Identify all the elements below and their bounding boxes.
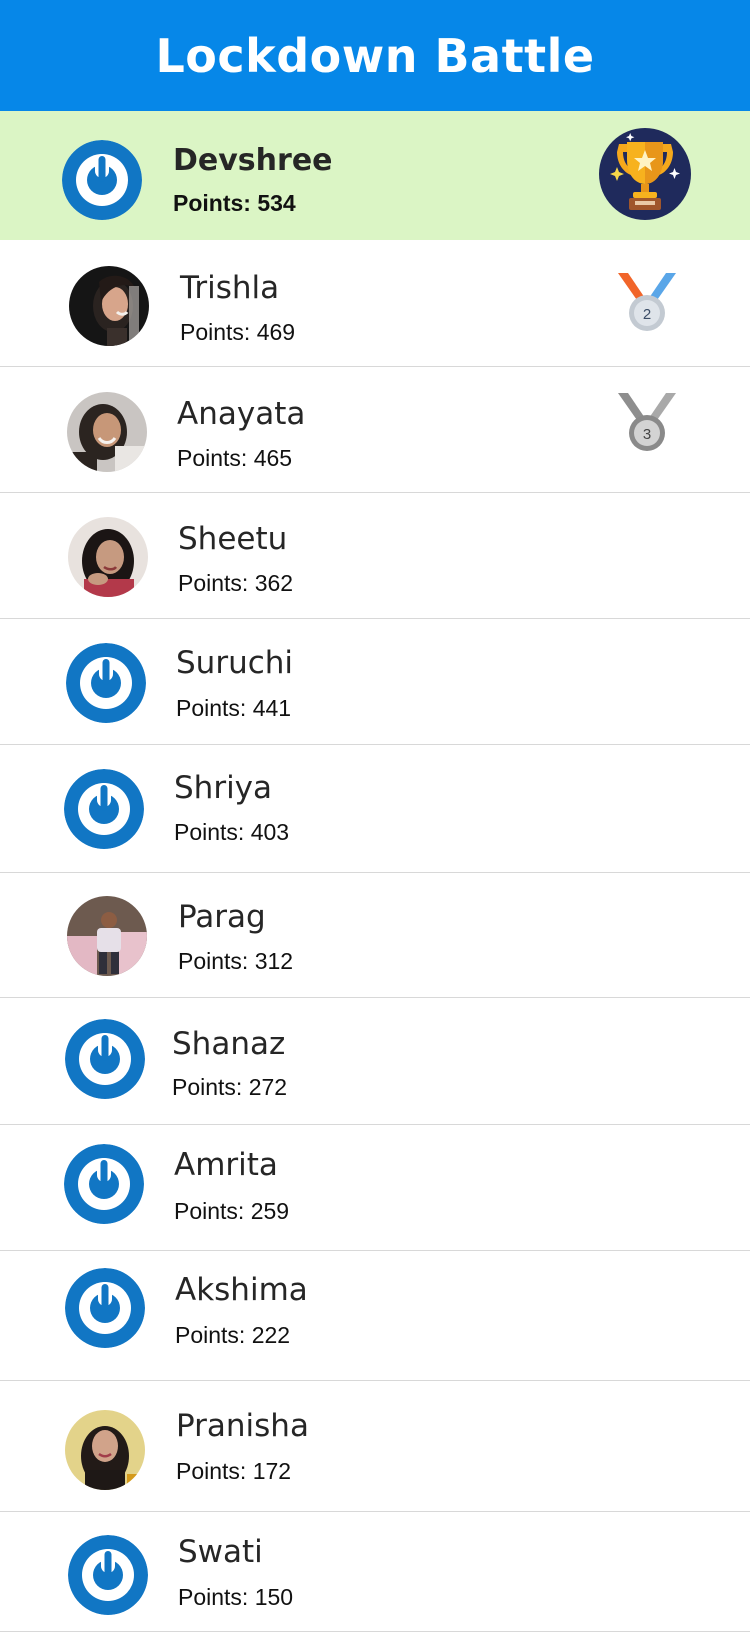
default-avatar-icon xyxy=(65,1268,145,1348)
player-name: Shriya xyxy=(174,770,273,806)
default-avatar-icon xyxy=(65,1019,145,1099)
player-points: Points: 403 xyxy=(174,819,290,845)
leaderboard-row-1[interactable]: Devshree Points: 534 xyxy=(0,111,750,240)
player-name: Sheetu xyxy=(178,521,288,557)
player-points: Points: 172 xyxy=(176,1458,292,1484)
profile-photo xyxy=(69,266,149,346)
profile-photo xyxy=(67,392,147,472)
profile-photo xyxy=(67,896,147,976)
leaderboard-row-4[interactable]: Sheetu Points: 362 xyxy=(0,493,750,619)
player-name: Trishla xyxy=(180,270,280,306)
default-avatar-icon xyxy=(64,769,144,849)
default-avatar-icon xyxy=(66,643,146,723)
player-points: Points: 272 xyxy=(172,1074,288,1100)
page-title: Lockdown Battle xyxy=(155,28,595,83)
medal-2-icon: 2 xyxy=(614,271,680,337)
leaderboard-row-3[interactable]: Anayata Points: 465 3 xyxy=(0,367,750,493)
player-name: Devshree xyxy=(173,143,333,178)
leaderboard-row-10[interactable]: Akshima Points: 222 xyxy=(0,1251,750,1381)
player-points: Points: 469 xyxy=(180,319,296,345)
leaderboard-row-9[interactable]: Amrita Points: 259 xyxy=(0,1125,750,1251)
player-points: Points: 465 xyxy=(177,445,293,471)
profile-photo xyxy=(68,517,148,597)
app-header: Lockdown Battle xyxy=(0,0,750,111)
player-name: Amrita xyxy=(174,1147,278,1183)
default-avatar-icon xyxy=(64,1144,144,1224)
leaderboard-row-2[interactable]: Trishla Points: 469 2 xyxy=(0,240,750,367)
leaderboard-row-12[interactable]: Swati Points: 150 xyxy=(0,1512,750,1632)
player-name: Pranisha xyxy=(176,1408,309,1444)
medal-3-icon: 3 xyxy=(614,391,680,457)
leaderboard-row-5[interactable]: Suruchi Points: 441 xyxy=(0,619,750,745)
leaderboard-row-7[interactable]: Parag Points: 312 xyxy=(0,873,750,998)
player-points: Points: 534 xyxy=(173,190,296,216)
default-avatar-icon xyxy=(68,1535,148,1615)
leaderboard-row-11[interactable]: Pranisha Points: 172 xyxy=(0,1381,750,1512)
player-name: Swati xyxy=(178,1534,263,1570)
leaderboard-row-6[interactable]: Shriya Points: 403 xyxy=(0,745,750,873)
trophy-icon xyxy=(599,128,691,224)
profile-photo xyxy=(65,1410,145,1490)
svg-text:2: 2 xyxy=(643,306,651,323)
player-name: Parag xyxy=(178,899,266,935)
player-points: Points: 150 xyxy=(178,1584,294,1610)
player-points: Points: 312 xyxy=(178,948,294,974)
default-avatar-icon xyxy=(62,140,142,220)
player-name: Akshima xyxy=(175,1272,308,1308)
player-name: Shanaz xyxy=(172,1026,286,1062)
player-points: Points: 362 xyxy=(178,570,294,596)
svg-text:3: 3 xyxy=(643,426,651,443)
player-points: Points: 259 xyxy=(174,1198,290,1224)
player-points: Points: 441 xyxy=(176,695,292,721)
leaderboard-row-8[interactable]: Shanaz Points: 272 xyxy=(0,998,750,1125)
player-name: Suruchi xyxy=(176,645,294,681)
player-points: Points: 222 xyxy=(175,1322,291,1348)
player-name: Anayata xyxy=(177,396,306,432)
